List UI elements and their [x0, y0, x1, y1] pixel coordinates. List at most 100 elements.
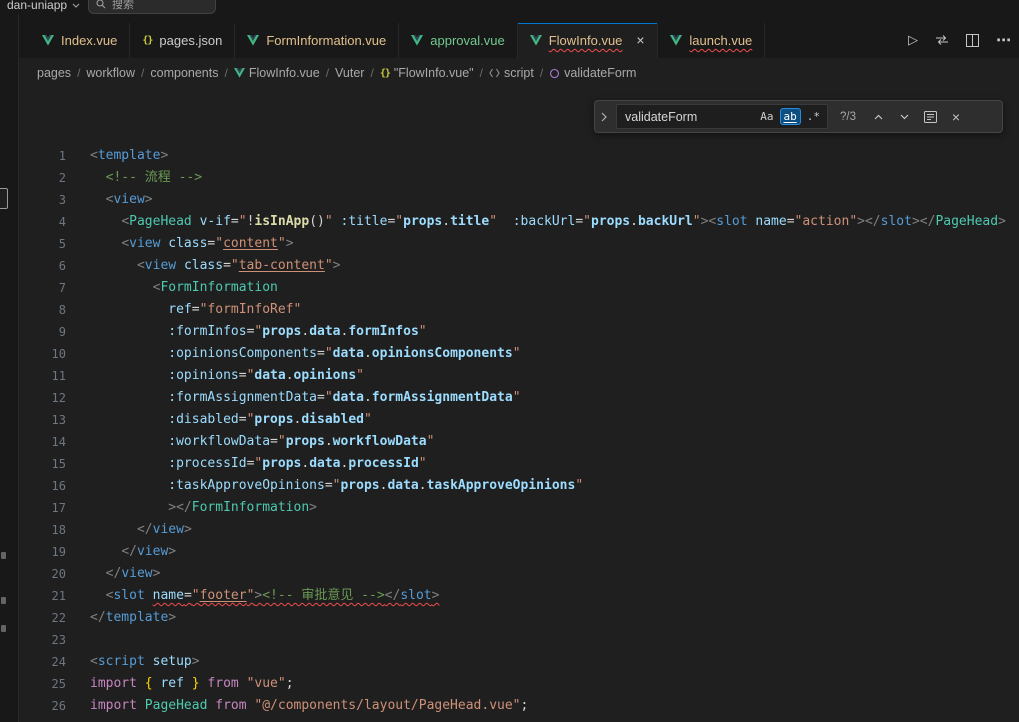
code-line-6: 6 <view class="tab-content"> [19, 255, 1019, 277]
code-token [145, 654, 153, 669]
breadcrumb-item-flowinfo-vue[interactable]: {}"FlowInfo.vue" [379, 66, 475, 80]
code-token: < [121, 214, 129, 229]
breadcrumb-item-vuter[interactable]: Vuter [334, 66, 365, 80]
close-tab-icon[interactable]: × [631, 32, 649, 50]
next-match-icon[interactable] [894, 107, 914, 127]
code-token: ></ [857, 214, 880, 229]
breadcrumb-separator: / [77, 66, 80, 80]
code-token [90, 346, 168, 361]
code-token: :workflowData [168, 434, 270, 449]
code-token: </ [121, 544, 137, 559]
vue-file-icon [42, 35, 54, 46]
breadcrumb-separator: / [224, 66, 227, 80]
breadcrumb-item-components[interactable]: components [149, 66, 219, 80]
code-editor[interactable]: Aa ab .* ?/3 × 1<template>2 <!-- 流程 -->3… [19, 88, 1019, 722]
code-text: <!-- 流程 --> [90, 167, 202, 189]
code-token: "vue" [247, 676, 286, 691]
code-text: <PageHead v-if="!isInApp()" :title="prop… [90, 211, 1006, 233]
code-text: :opinions="data.opinions" [90, 365, 364, 387]
tab-launch-vue[interactable]: launch.vue [658, 23, 765, 58]
code-token: slot [113, 588, 144, 603]
vue-file-icon [234, 68, 245, 78]
line-number: 17 [19, 497, 66, 519]
code-token: name [755, 214, 786, 229]
code-token: class [168, 236, 207, 251]
code-token: "action" [795, 214, 858, 229]
code-token: " [278, 236, 286, 251]
code-token: from [215, 698, 246, 713]
line-number: 5 [19, 233, 66, 255]
line-number: 18 [19, 519, 66, 541]
code-text: </template> [90, 607, 176, 629]
tab-pages-json[interactable]: {}pages.json [130, 23, 235, 58]
open-changes-icon[interactable] [935, 34, 949, 46]
code-token: view [137, 544, 168, 559]
line-number: 4 [19, 211, 66, 233]
line-number: 12 [19, 387, 66, 409]
code-token: = [270, 434, 278, 449]
code-token: < [90, 654, 98, 669]
code-line-18: 18 </view> [19, 519, 1019, 541]
breadcrumb-item-workflow[interactable]: workflow [85, 66, 136, 80]
code-token [90, 544, 121, 559]
tab-approval-vue[interactable]: approval.vue [399, 23, 517, 58]
code-token: tab-content [239, 258, 325, 273]
code-token: view [113, 192, 144, 207]
code-token [90, 368, 168, 383]
regex-button[interactable]: .* [803, 108, 824, 125]
code-text: :formInfos="props.data.formInfos" [90, 321, 427, 343]
workspace-menu[interactable]: dan-uniapp [7, 0, 80, 12]
code-text: <template> [90, 145, 168, 167]
line-number: 26 [19, 695, 66, 717]
code-token [145, 588, 153, 603]
whole-word-button[interactable]: ab [780, 108, 801, 125]
code-line-11: 11 :opinions="data.opinions" [19, 365, 1019, 387]
breadcrumbs: pages/workflow/components/FlowInfo.vue/V… [19, 58, 1019, 88]
command-center-search[interactable]: 搜索 [88, 0, 216, 14]
run-icon[interactable]: ▷ [908, 33, 918, 48]
code-text: ></FormInformation> [90, 497, 317, 519]
code-token [90, 258, 137, 273]
breadcrumb-separator: / [540, 66, 543, 80]
breadcrumb-item-validateform[interactable]: validateForm [548, 66, 637, 80]
find-in-selection-icon[interactable] [920, 107, 940, 127]
tab-index-vue[interactable]: Index.vue [30, 23, 130, 58]
breadcrumb-item-pages[interactable]: pages [36, 66, 72, 80]
more-actions-icon[interactable]: ⋯ [996, 31, 1011, 49]
line-number: 14 [19, 431, 66, 453]
code-token: " [395, 214, 403, 229]
code-text: :taskApproveOpinions="props.data.taskApp… [90, 475, 583, 497]
split-editor-icon[interactable] [966, 34, 979, 47]
code-line-5: 5 <view class="content"> [19, 233, 1019, 255]
breadcrumb-item-script[interactable]: script [488, 66, 535, 80]
code-token [90, 324, 168, 339]
find-input-box: Aa ab .* [616, 104, 828, 129]
breadcrumb-label: workflow [86, 66, 135, 80]
code-token [90, 434, 168, 449]
code-token: > [168, 544, 176, 559]
tab-label: approval.vue [430, 33, 504, 48]
toggle-replace-chevron-icon[interactable] [597, 101, 610, 132]
code-token: <!-- 审批意见 --> [262, 588, 384, 603]
code-token: view [129, 236, 160, 251]
line-number: 24 [19, 651, 66, 673]
close-find-icon[interactable]: × [946, 107, 966, 127]
tab-forminformation-vue[interactable]: FormInformation.vue [235, 23, 399, 58]
match-case-button[interactable]: Aa [756, 108, 777, 125]
tab-flowinfo-vue[interactable]: FlowInfo.vue× [518, 23, 659, 58]
code-token: < [121, 236, 129, 251]
code-token: script [98, 654, 145, 669]
breadcrumb-label: FlowInfo.vue [249, 66, 320, 80]
line-number: 6 [19, 255, 66, 277]
code-text: <FormInformation [90, 277, 278, 299]
code-token: " [192, 588, 200, 603]
code-token: > [432, 588, 440, 603]
find-input[interactable] [623, 109, 754, 125]
code-token: ; [521, 698, 529, 713]
code-token: } [192, 676, 200, 691]
code-token [90, 280, 153, 295]
previous-match-icon[interactable] [868, 107, 888, 127]
code-token [137, 676, 145, 691]
code-token [90, 302, 168, 317]
breadcrumb-item-flowinfo-vue[interactable]: FlowInfo.vue [233, 66, 321, 80]
